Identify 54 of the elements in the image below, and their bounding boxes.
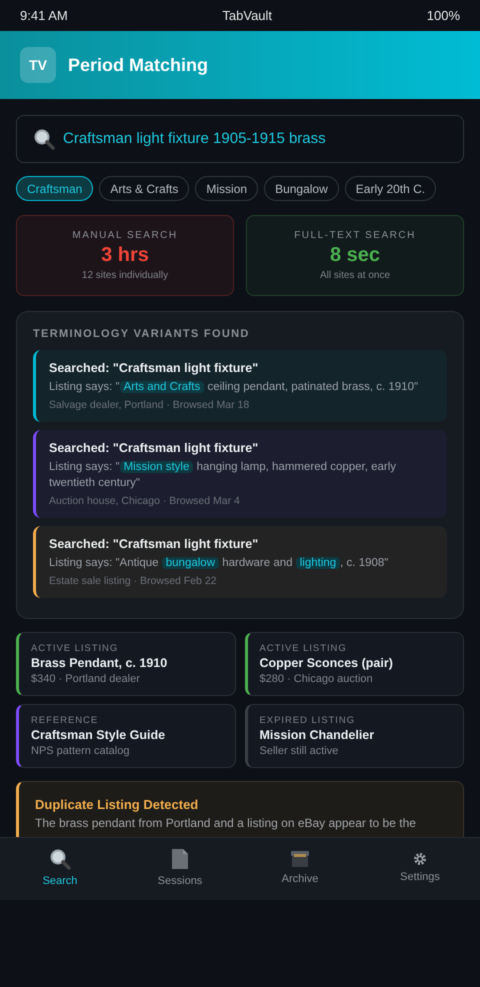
alert-title: Duplicate Listing Detected bbox=[35, 796, 200, 813]
listing-detail: $280 · Chicago auction bbox=[260, 672, 374, 686]
listing-text: Listing says: "Antique bungalow hardware and lighting, c. 1908" bbox=[49, 556, 390, 571]
listing-card[interactable]: EXPIRED LISTING Mission Chandelier Seller still active bbox=[244, 704, 464, 768]
nav-tab[interactable]: Search bbox=[0, 838, 120, 900]
listing-status: ACTIVE LISTING bbox=[31, 642, 120, 654]
status-battery: 100% bbox=[426, 6, 460, 25]
listing-title: Brass Pendant, c. 1910 bbox=[31, 654, 168, 672]
stat-label: FULL-TEXT SEARCH bbox=[294, 229, 416, 243]
document-icon bbox=[171, 848, 189, 870]
stat-note: 12 sites individually bbox=[82, 269, 168, 283]
listing-text: Listing says: "Mission style hanging lamp, hammered copper, early twentieth century" bbox=[49, 460, 398, 491]
nav-tab[interactable]: Settings bbox=[360, 838, 480, 900]
listing-title: Copper Sconces (pair) bbox=[260, 654, 394, 672]
listing-card[interactable]: ACTIVE LISTING Brass Pendant, c. 1910 $340 · Portland dealer bbox=[16, 632, 236, 696]
settings-icon bbox=[413, 852, 427, 866]
filter-chip[interactable]: Mission bbox=[195, 176, 258, 201]
stat-label: MANUAL SEARCH bbox=[72, 229, 178, 243]
source-text: Salvage dealer, Portland · Browsed Mar 18 bbox=[49, 398, 250, 412]
nav-tab[interactable]: Archive bbox=[240, 838, 360, 900]
search-icon bbox=[33, 128, 55, 150]
panel-title: TERMINOLOGY VARIANTS FOUND bbox=[33, 327, 251, 342]
listing-title: Mission Chandelier bbox=[260, 726, 376, 744]
app-logo: TV bbox=[20, 47, 56, 83]
listing-status: ACTIVE LISTING bbox=[260, 642, 348, 654]
stat-value: 8 sec bbox=[330, 243, 380, 268]
searched-text: Searched: "Craftsman light fixture" bbox=[49, 536, 260, 553]
filter-chip[interactable]: Arts & Crafts bbox=[99, 176, 190, 201]
filter-chip[interactable]: Early 20th C. bbox=[344, 176, 436, 201]
listing-detail: NPS pattern catalog bbox=[31, 744, 130, 758]
listing-detail: $340 · Portland dealer bbox=[31, 672, 141, 686]
searched-text: Searched: "Craftsman light fixture" bbox=[49, 440, 260, 457]
listing-status: EXPIRED LISTING bbox=[260, 714, 356, 726]
source-text: Estate sale listing · Browsed Feb 22 bbox=[49, 574, 218, 588]
stat-note: All sites at once bbox=[320, 269, 390, 283]
searched-text: Searched: "Craftsman light fixture" bbox=[49, 360, 260, 377]
status-app-name: TabVault bbox=[222, 6, 272, 25]
search-icon bbox=[49, 848, 71, 870]
listing-detail: Seller still active bbox=[260, 744, 340, 758]
stat-value: 3 hrs bbox=[101, 243, 149, 268]
listing-text: Listing says: "Arts and Crafts ceiling pendant, patinated brass, c. 1910" bbox=[49, 380, 420, 395]
search-field[interactable]: Craftsman light fixture 1905-1915 brass bbox=[16, 115, 464, 163]
archive-box-icon bbox=[290, 850, 310, 868]
listing-card[interactable]: REFERENCE Craftsman Style Guide NPS pattern catalog bbox=[16, 704, 236, 768]
alert-text: The brass pendant from Portland and a listing on eBay appear to be the bbox=[35, 816, 417, 831]
listing-title: Craftsman Style Guide bbox=[31, 726, 166, 744]
filter-chip[interactable]: Bungalow bbox=[264, 176, 339, 201]
page-title: Period Matching bbox=[68, 54, 208, 77]
listing-status: REFERENCE bbox=[31, 714, 100, 726]
nav-tab[interactable]: Sessions bbox=[120, 838, 240, 900]
status-time: 9:41 AM bbox=[20, 6, 68, 25]
source-text: Auction house, Chicago · Browsed Mar 4 bbox=[49, 494, 241, 508]
listing-card[interactable]: ACTIVE LISTING Copper Sconces (pair) $280 · Chicago auction bbox=[244, 632, 464, 696]
filter-chip[interactable]: Craftsman bbox=[16, 176, 94, 201]
